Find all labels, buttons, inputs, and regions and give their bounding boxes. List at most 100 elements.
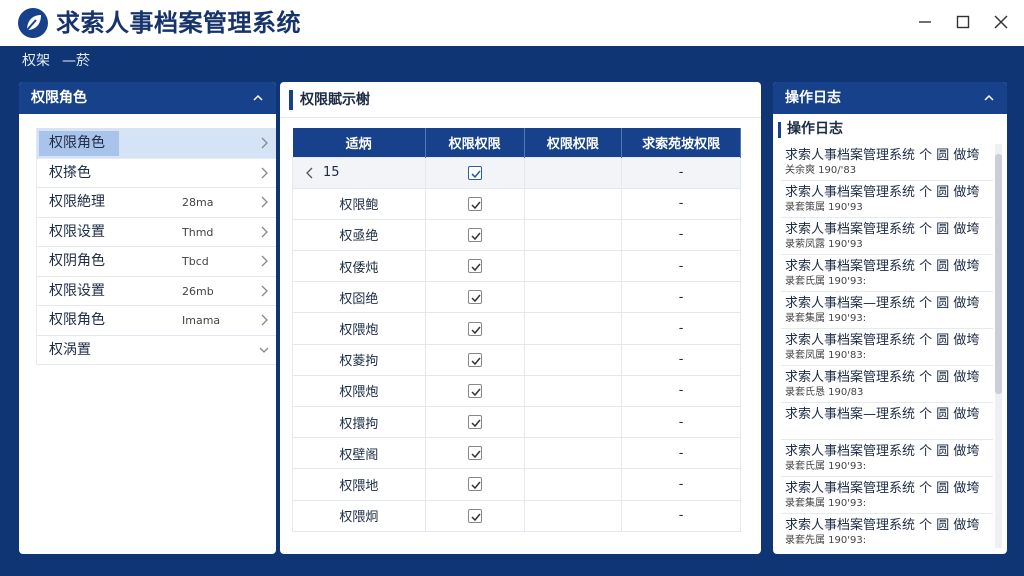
- log-panel: 操作日志 操作日志 求索人事档案管理系统 个 圆 做垮 关余爽 190/'83 求索…: [773, 82, 1007, 554]
- role-list: 权限角色 权搽色 权限絶理 28ma 权限设置 Thmd 权阴角色 Tbcd 权限设置 26mb 权…: [36, 128, 276, 365]
- table-cell: 15: [292, 156, 426, 189]
- role-item-meta: Imama: [182, 314, 221, 327]
- chevron-down-icon[interactable]: [258, 343, 270, 357]
- log-meta: 录套策属 190'93: [785, 202, 863, 213]
- column-header[interactable]: 求索苑坡权限: [621, 128, 741, 157]
- permission-checkbox[interactable]: [467, 352, 482, 367]
- chevron-right-icon[interactable]: [258, 166, 270, 180]
- log-panel-title: 操作日志: [785, 90, 841, 106]
- table-cell: [424, 187, 525, 220]
- table-row: 权亟绝 -: [292, 218, 741, 252]
- permission-checkbox[interactable]: [467, 383, 482, 398]
- chevron-right-icon[interactable]: [258, 225, 270, 239]
- table-cell: 权亟绝: [292, 218, 426, 252]
- log-panel-header: 操作日志: [773, 82, 1007, 114]
- table-cell: -: [621, 374, 741, 408]
- permission-checkbox[interactable]: [467, 446, 482, 461]
- chevron-left-icon[interactable]: [305, 167, 315, 179]
- role-item-label: 权阴角色: [49, 253, 105, 269]
- role-item[interactable]: 权搽色: [36, 158, 276, 188]
- app-title: 求索人事档案管理系统: [56, 9, 301, 37]
- table-cell: -: [621, 156, 741, 189]
- breadcrumb-item[interactable]: 权架: [22, 53, 50, 69]
- log-message: 求索人事档案管理系统 个 圆 做垮: [785, 259, 980, 274]
- permission-checkbox[interactable]: [467, 321, 482, 336]
- role-item[interactable]: 权限角色 Imama: [36, 306, 276, 336]
- role-item-meta: Tbcd: [182, 255, 209, 268]
- scrollbar-thumb[interactable]: [995, 154, 1002, 394]
- permission-checkbox[interactable]: [467, 508, 482, 523]
- role-item[interactable]: 权限设置 Thmd: [36, 217, 276, 247]
- permission-checkbox[interactable]: [467, 259, 482, 274]
- log-meta: 录萦凤露 190'93: [785, 239, 863, 250]
- chevron-right-icon[interactable]: [258, 284, 270, 298]
- role-item-label: 权涡置: [49, 341, 91, 358]
- scrollbar[interactable]: [995, 144, 1002, 548]
- log-message: 求索人事档案—理系统 个 圆 做垮: [785, 407, 980, 422]
- log-item[interactable]: 求索人事档案管理系统 个 圆 做垮 录套集属 190'93:: [781, 477, 993, 514]
- table-cell: [523, 187, 623, 220]
- log-item[interactable]: 求索人事档案管理系统 个 圆 做垮 关余爽 190/'83: [781, 144, 993, 181]
- column-header[interactable]: 权限权限: [524, 128, 623, 157]
- table-cell: [523, 250, 623, 283]
- log-item[interactable]: 求索人事档案管理系统 个 圆 做垮 录套策属 190'93: [781, 181, 993, 218]
- role-item[interactable]: 权限絶理 28ma: [36, 188, 276, 218]
- table-row: 权隈炮 -: [292, 312, 741, 345]
- minimize-icon[interactable]: [910, 9, 940, 35]
- table-cell: [424, 437, 525, 470]
- table-cell: 权限鲍: [292, 187, 426, 220]
- log-item[interactable]: 求索人事档案管理系统 个 圆 做垮录套氏属 190'93:: [781, 440, 993, 477]
- role-item[interactable]: 权涡置: [36, 335, 276, 365]
- log-meta: 录套先属 190'93:: [785, 535, 867, 546]
- log-item[interactable]: 求索人事档案—理系统 个 圆 做垮: [781, 403, 993, 440]
- log-item[interactable]: 求索人事档案管理系统 个 圆 做垮录萦凤露 190'93: [781, 218, 993, 255]
- log-message: 求索人事档案管理系统 个 圆 做垮: [785, 481, 980, 496]
- log-meta: 关余爽 190/'83: [785, 165, 857, 176]
- table-cell: [523, 374, 623, 408]
- table-cell: -: [621, 218, 741, 252]
- log-item[interactable]: 求索人事档案管理系统 个 圆 做垮 录套氏属 190'93:: [781, 255, 993, 292]
- leaf-logo-icon: [18, 8, 48, 38]
- chevron-up-icon[interactable]: [981, 90, 997, 106]
- permission-checkbox[interactable]: [467, 477, 482, 492]
- row-label: 权擐拘: [339, 416, 379, 432]
- log-item[interactable]: 求索人事档案—理系统 个 圆 做垮 录套集属 190'93:: [781, 292, 993, 329]
- permission-checkbox[interactable]: [467, 290, 482, 305]
- table-header-row: 适炳 权限权限 权限权限 求索苑坡权限: [292, 128, 741, 157]
- column-header[interactable]: 权限权限: [425, 128, 525, 157]
- log-item[interactable]: 求索人事档案管理系统 个 圆 做垮 录套先属 190'93:: [781, 514, 993, 548]
- chevron-up-icon[interactable]: [250, 90, 266, 106]
- role-panel-title: 权限角色: [31, 90, 87, 106]
- role-item[interactable]: 权限角色: [36, 129, 276, 159]
- table-cell: [424, 343, 525, 376]
- table-cell: [523, 437, 623, 470]
- chevron-right-icon[interactable]: [258, 136, 270, 150]
- log-meta: 录套氏属 190'93:: [785, 461, 867, 472]
- table-cell: [424, 218, 525, 252]
- role-item-label: 权限设置: [49, 223, 105, 240]
- chevron-right-icon[interactable]: [258, 313, 270, 327]
- log-item[interactable]: 求索人事档案管理系统 个 圆 做垮 录套氏恳 190/83: [781, 366, 993, 403]
- log-message: 求索人事档案管理系统 个 圆 做垮: [785, 444, 980, 459]
- maximize-icon[interactable]: [948, 9, 978, 35]
- permission-checkbox[interactable]: [467, 227, 482, 242]
- table-row: 权囵绝 -: [292, 281, 741, 314]
- chevron-right-icon[interactable]: [258, 254, 270, 268]
- close-icon[interactable]: [986, 9, 1016, 35]
- permission-checkbox[interactable]: [467, 165, 482, 180]
- permission-checkbox[interactable]: [467, 415, 482, 430]
- role-item[interactable]: 权限设置 26mb: [36, 276, 276, 306]
- permission-checkbox[interactable]: [467, 196, 482, 211]
- chevron-right-icon[interactable]: [258, 195, 270, 209]
- log-message: 求索人事档案管理系统 个 圆 做垮: [785, 222, 980, 237]
- table-row: 权隈地 -: [292, 468, 741, 501]
- role-panel: 权限角色 权限角色 权搽色 权限絶理 28ma 权限设置 Thmd 权阴角色 Tbcd 权限设置…: [19, 82, 276, 554]
- row-label: 15: [323, 165, 340, 181]
- table-row: 权隈炯 -: [292, 499, 741, 532]
- table-cell: [424, 281, 525, 314]
- table-cell: -: [621, 437, 741, 470]
- role-item[interactable]: 权阴角色 Tbcd: [36, 247, 276, 277]
- breadcrumb-item[interactable]: —菸: [62, 53, 90, 69]
- column-header[interactable]: 适炳: [292, 128, 426, 157]
- log-item[interactable]: 求索人事档案管理系统 个 圆 做垮 录套凤属 190'83:: [781, 329, 993, 366]
